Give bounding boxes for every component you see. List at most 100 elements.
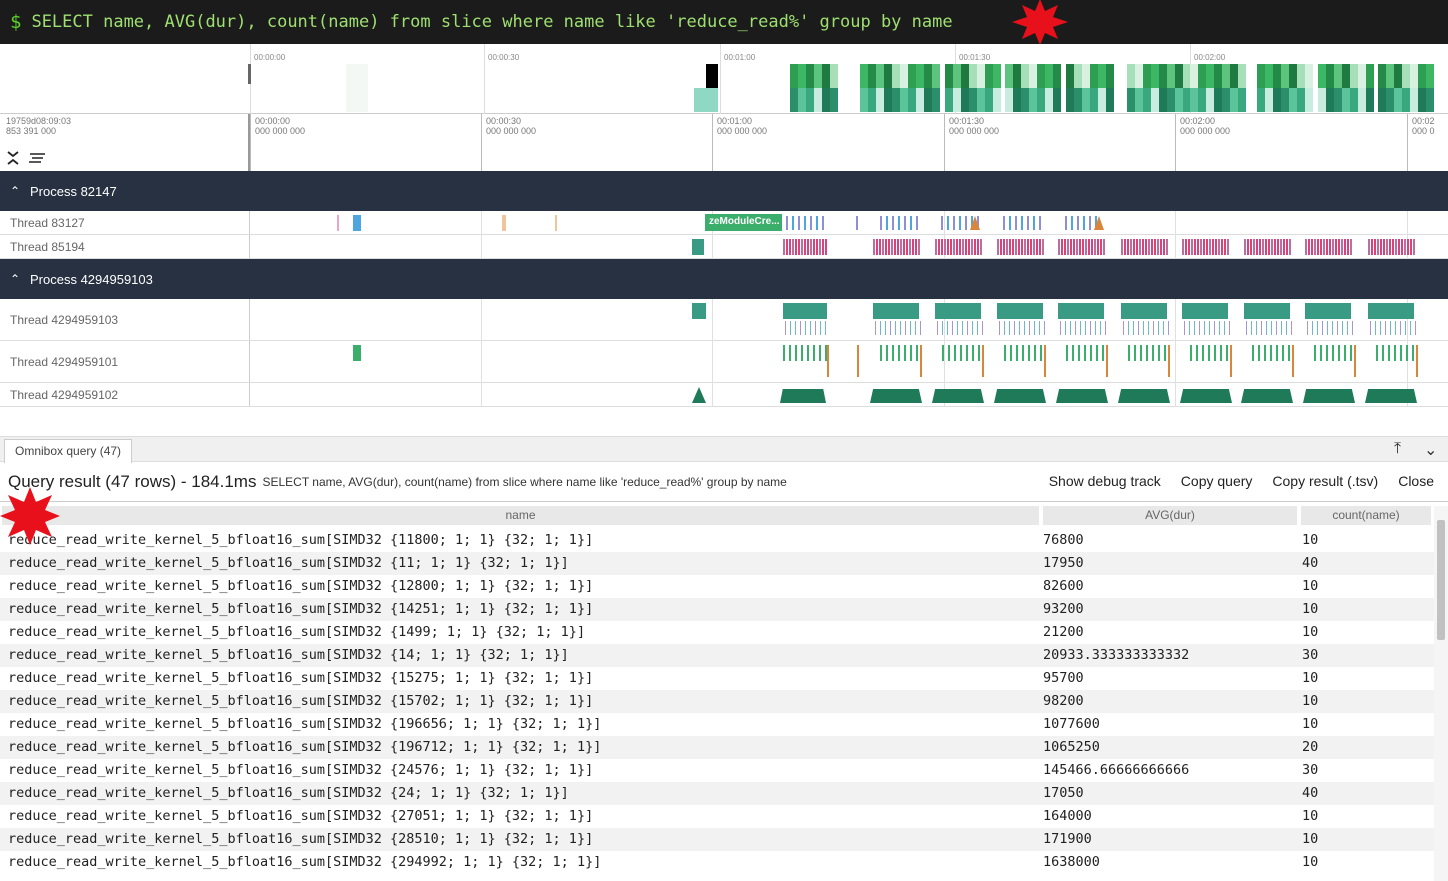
slice[interactable]	[1056, 389, 1108, 403]
slice[interactable]	[1082, 239, 1084, 255]
table-row[interactable]: reduce_read_write_kernel_5_bfloat16_sum[…	[0, 713, 1434, 736]
slice[interactable]	[1229, 321, 1230, 335]
slice[interactable]	[910, 216, 912, 230]
slice[interactable]	[857, 345, 859, 377]
slice[interactable]	[977, 239, 979, 255]
slice[interactable]	[1089, 216, 1091, 230]
slice[interactable]	[1262, 239, 1264, 255]
slice[interactable]	[1276, 345, 1278, 361]
slice[interactable]	[1085, 239, 1087, 255]
slice[interactable]	[1385, 321, 1386, 335]
slice[interactable]	[1344, 239, 1346, 255]
slice[interactable]	[822, 216, 824, 230]
slice[interactable]	[1314, 239, 1316, 255]
slice[interactable]	[1335, 239, 1337, 255]
slice[interactable]	[1103, 239, 1105, 255]
slice[interactable]	[1136, 239, 1138, 255]
slice[interactable]	[997, 239, 999, 255]
slice[interactable]	[1130, 239, 1132, 255]
slice[interactable]	[1244, 239, 1246, 255]
slice[interactable]	[1406, 345, 1408, 361]
slice[interactable]	[1078, 345, 1080, 361]
slice[interactable]	[816, 239, 818, 255]
table-row[interactable]: reduce_read_write_kernel_5_bfloat16_sum[…	[0, 690, 1434, 713]
slice[interactable]	[932, 389, 984, 403]
slice[interactable]	[1085, 321, 1086, 335]
slice[interactable]	[1256, 321, 1257, 335]
slice[interactable]	[1163, 321, 1164, 335]
slice[interactable]	[1344, 345, 1346, 361]
slice[interactable]	[935, 303, 981, 319]
slice[interactable]	[1370, 321, 1371, 335]
slice[interactable]	[960, 345, 962, 361]
slice[interactable]	[795, 239, 797, 255]
slice[interactable]	[1019, 321, 1020, 335]
slice[interactable]	[1380, 321, 1381, 335]
slice[interactable]	[1145, 239, 1147, 255]
slice[interactable]	[941, 216, 943, 230]
slice[interactable]	[1332, 321, 1333, 335]
slice[interactable]	[1227, 239, 1229, 255]
slice[interactable]	[1280, 239, 1282, 255]
slice[interactable]	[890, 321, 891, 335]
slice[interactable]	[1140, 345, 1142, 361]
slice[interactable]	[1152, 345, 1154, 361]
slice[interactable]	[1400, 321, 1401, 335]
slice[interactable]	[972, 345, 974, 361]
slice[interactable]	[1133, 321, 1134, 335]
slice[interactable]	[892, 216, 894, 230]
table-row[interactable]: reduce_read_write_kernel_5_bfloat16_sum[…	[0, 644, 1434, 667]
slice[interactable]	[1266, 321, 1267, 335]
slice[interactable]	[1127, 239, 1129, 255]
slice[interactable]	[783, 345, 785, 361]
slice[interactable]	[792, 216, 794, 230]
slice[interactable]	[1166, 239, 1168, 255]
slice[interactable]	[906, 239, 908, 255]
slice[interactable]	[819, 239, 821, 255]
slice[interactable]	[1347, 239, 1349, 255]
slice[interactable]	[786, 239, 788, 255]
slice[interactable]	[1271, 321, 1272, 335]
slice[interactable]	[1076, 239, 1078, 255]
slice[interactable]	[1350, 239, 1352, 255]
slice[interactable]	[1065, 216, 1067, 230]
slice[interactable]	[897, 239, 899, 255]
slice[interactable]	[1090, 345, 1092, 361]
slice[interactable]	[965, 239, 967, 255]
slice[interactable]	[1341, 239, 1343, 255]
slice[interactable]	[1368, 239, 1370, 255]
slice[interactable]	[935, 239, 937, 255]
slice[interactable]	[1042, 239, 1044, 255]
slice[interactable]	[1097, 239, 1099, 255]
slice[interactable]	[974, 239, 976, 255]
slice[interactable]	[1021, 216, 1023, 230]
slice[interactable]	[1312, 321, 1313, 335]
slice[interactable]	[1202, 345, 1204, 361]
slice[interactable]	[810, 239, 812, 255]
slice[interactable]	[1039, 216, 1041, 230]
slice[interactable]	[873, 303, 919, 319]
slice[interactable]	[1009, 321, 1010, 335]
slice[interactable]	[1395, 239, 1397, 255]
slice[interactable]	[1400, 345, 1402, 361]
column-header-avg-dur[interactable]: AVG(dur)	[1043, 506, 1297, 525]
slice[interactable]	[815, 321, 816, 335]
tab-omnibox-query[interactable]: Omnibox query (47)	[4, 439, 133, 463]
slice[interactable]	[879, 239, 881, 255]
slice[interactable]	[1009, 239, 1011, 255]
slice[interactable]	[1289, 239, 1291, 255]
slice[interactable]	[1094, 239, 1096, 255]
slice[interactable]	[941, 239, 943, 255]
slice[interactable]	[1121, 239, 1123, 255]
slice[interactable]	[962, 321, 963, 335]
slice[interactable]	[795, 321, 796, 335]
slice[interactable]	[1121, 303, 1167, 319]
slice[interactable]	[1286, 321, 1287, 335]
table-row[interactable]: reduce_read_write_kernel_5_bfloat16_sum[…	[0, 782, 1434, 805]
slice[interactable]	[807, 239, 809, 255]
slice[interactable]	[959, 239, 961, 255]
slice[interactable]	[825, 321, 826, 335]
slice[interactable]	[555, 215, 557, 231]
slice[interactable]	[1365, 389, 1417, 403]
slice[interactable]	[875, 321, 876, 335]
